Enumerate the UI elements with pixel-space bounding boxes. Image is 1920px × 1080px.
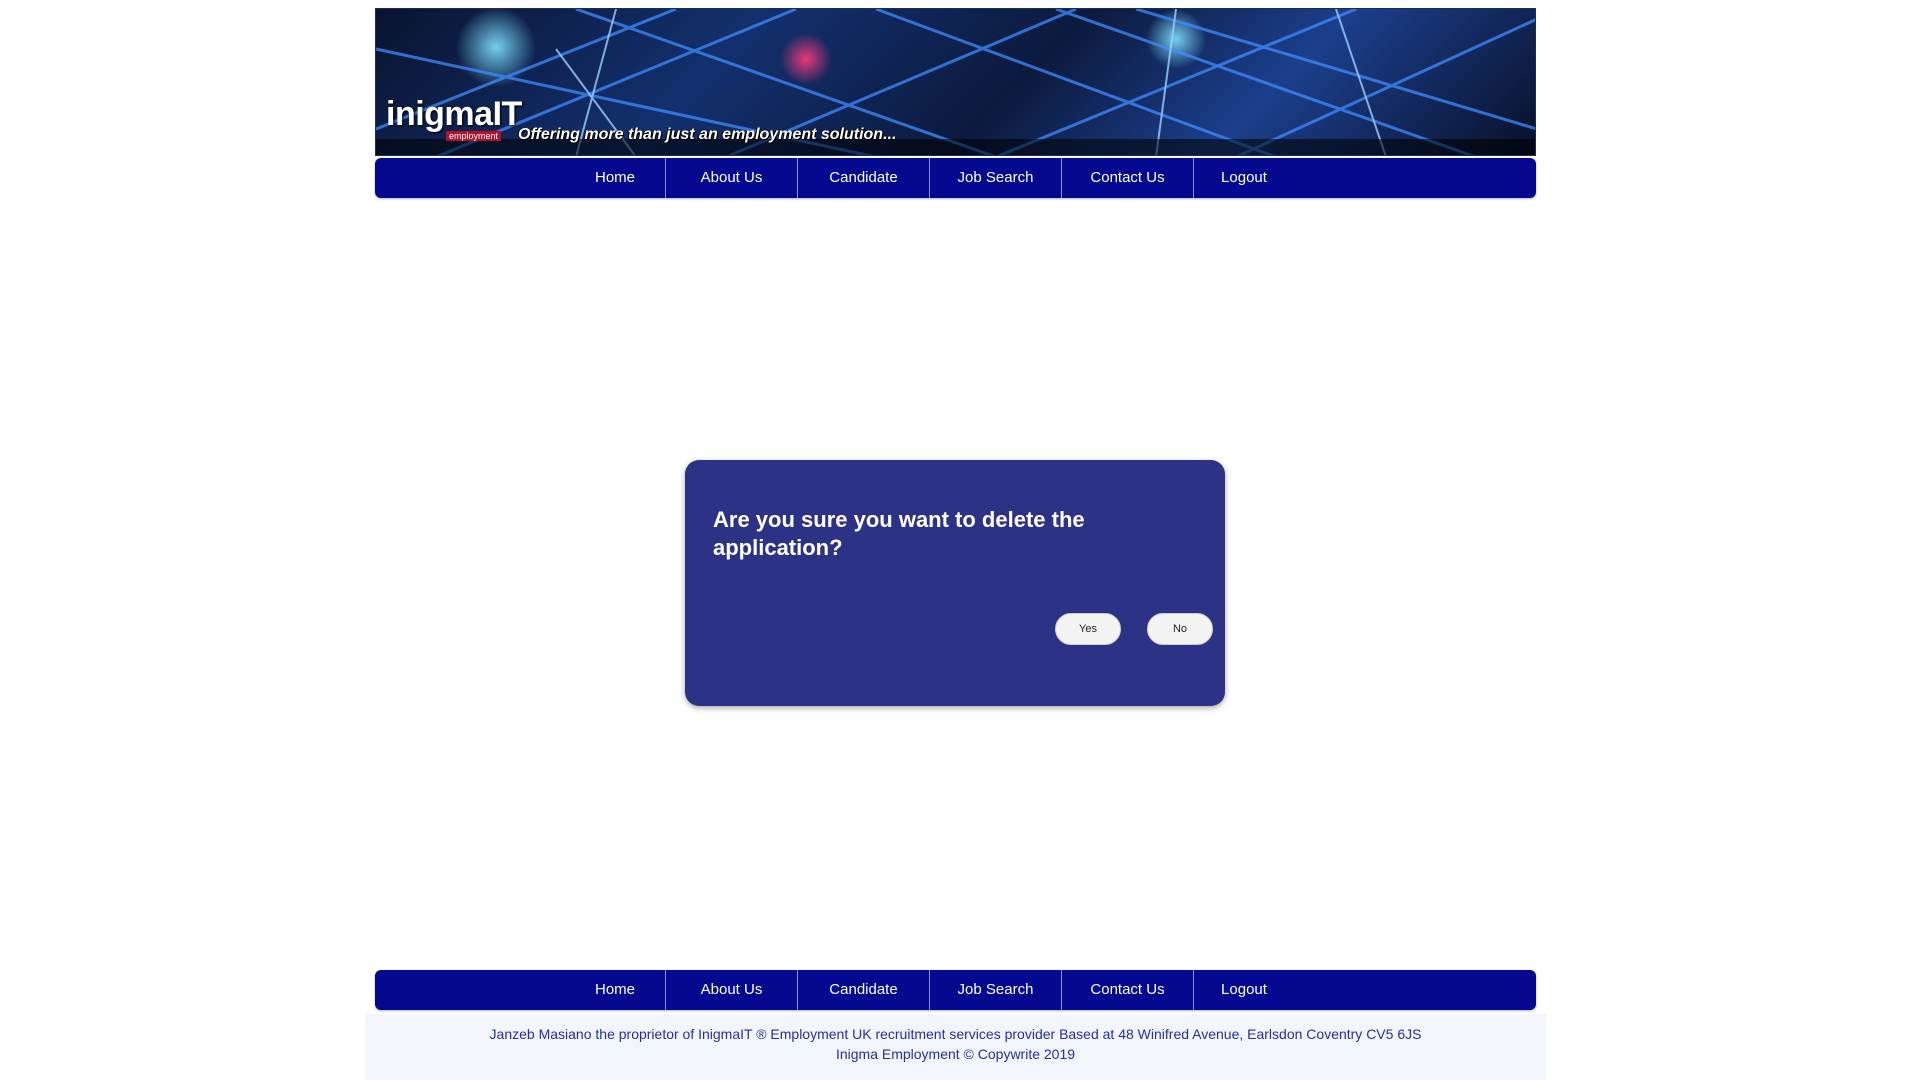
logo[interactable]: inigmaIT employment [386,95,522,141]
nav-logout[interactable]: Logout [1194,970,1294,1010]
nav-candidate[interactable]: Candidate [798,970,929,1010]
nav-job-search[interactable]: Job Search [930,158,1061,198]
top-nav: Home About Us Candidate Job Search Conta… [375,158,1536,198]
nav-about-us[interactable]: About Us [666,970,797,1010]
nav-logout[interactable]: Logout [1194,158,1294,198]
logo-subtext: employment [446,131,502,141]
footer-address: Janzeb Masiano the proprietor of InigmaI… [489,1026,1422,1042]
nav-candidate[interactable]: Candidate [798,158,929,198]
dialog-message: Are you sure you want to delete the appl… [713,507,1085,560]
yes-button[interactable]: Yes [1055,613,1121,645]
footer: Janzeb Masiano the proprietor of InigmaI… [365,1014,1546,1080]
footer-copyright: Inigma Employment © Copywrite 2019 [835,1046,1076,1062]
header-banner: inigmaIT employment Offering more than j… [375,8,1536,156]
nav-contact-us[interactable]: Contact Us [1062,158,1193,198]
no-button[interactable]: No [1147,613,1213,645]
logo-text: inigmaIT [386,95,522,133]
banner-tagline: Offering more than just an employment so… [518,126,897,143]
nav-job-search[interactable]: Job Search [930,970,1061,1010]
bottom-nav: Home About Us Candidate Job Search Conta… [375,970,1536,1010]
nav-about-us[interactable]: About Us [666,158,797,198]
delete-confirm-dialog: Are you sure you want to delete the appl… [685,460,1225,706]
nav-contact-us[interactable]: Contact Us [1062,970,1193,1010]
page: inigmaIT employment Offering more than j… [0,0,1920,1080]
